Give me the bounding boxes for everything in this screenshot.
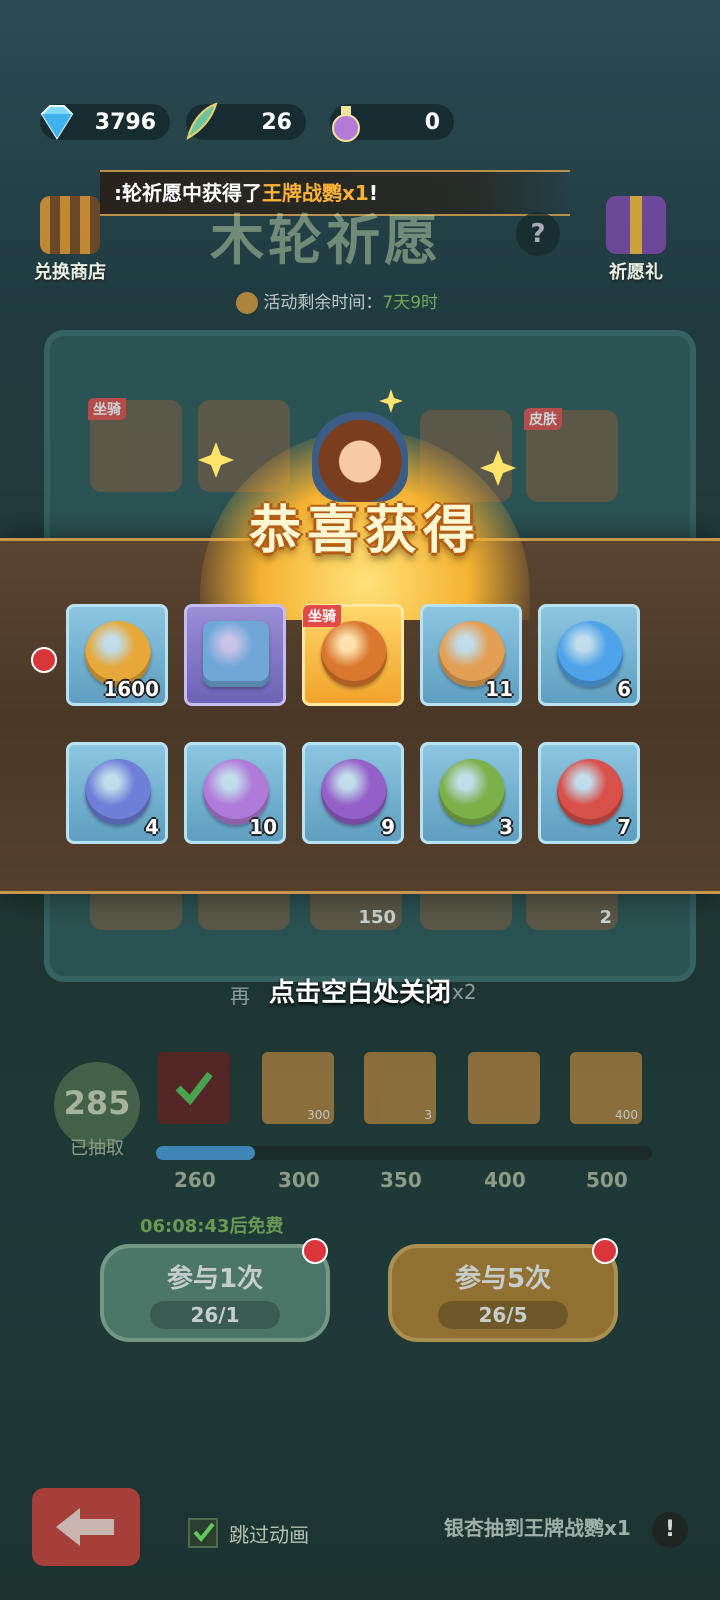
reward-count: 11 (485, 677, 513, 701)
reward-count: 7 (617, 815, 631, 839)
info-icon[interactable]: ! (652, 1512, 688, 1548)
reward-item-swirl-orb[interactable]: 6 (538, 604, 640, 706)
diamond-counter: 3796 (40, 104, 170, 140)
back-button[interactable] (32, 1488, 140, 1566)
wish-gift-label: 祈愿礼 (609, 262, 663, 283)
star-icon (480, 450, 516, 486)
draw-once-cost: 26/1 (150, 1301, 280, 1329)
diamond-icon (40, 105, 74, 140)
reward-item-eye-orb[interactable]: 10 (184, 742, 286, 844)
reward-title: 恭喜获得 (248, 501, 481, 561)
reward-count: 10 (249, 815, 277, 839)
timer-label: 活动剩余时间： (263, 293, 383, 313)
progress-fill (156, 1146, 256, 1160)
shop-icon (40, 196, 100, 254)
milestone-label: 260 (174, 1168, 216, 1192)
draw-once-button[interactable]: 参与1次 26/1 (100, 1244, 330, 1342)
draw-five-button[interactable]: 参与5次 26/5 (388, 1244, 618, 1342)
potion-value: 0 (424, 110, 440, 135)
reward-count: 3 (499, 815, 513, 839)
feather-value: 26 (261, 110, 292, 135)
diamond-value: 3796 (94, 110, 156, 135)
draw-five-label: 参与5次 (454, 1264, 552, 1294)
sword-orb-icon (557, 759, 623, 825)
feather-counter: 26 (186, 102, 306, 140)
reward-count: 1600 (103, 677, 159, 701)
milestone-reward[interactable]: 300 (262, 1052, 334, 1124)
reward-count: 9 (381, 815, 395, 839)
milestone-reward[interactable] (158, 1052, 230, 1124)
star-icon (379, 389, 403, 413)
skip-animation-toggle[interactable]: 跳过动画 (188, 1518, 309, 1548)
reward-item-paw-orb[interactable]: 4 (66, 742, 168, 844)
skip-checkbox[interactable] (188, 1518, 218, 1548)
milestone-label: 300 (278, 1168, 320, 1192)
board-cell: 皮肤 (524, 408, 618, 502)
paw-orb-icon (85, 759, 151, 825)
exchange-shop-label: 兑换商店 (34, 262, 106, 283)
skip-animation-label: 跳过动画 (229, 1522, 310, 1547)
bow-orb-icon (439, 759, 505, 825)
help-icon[interactable]: ? (516, 212, 560, 256)
board-count: 150 (358, 907, 396, 928)
progress-track (156, 1146, 652, 1160)
milestone-reward[interactable]: 400 (570, 1052, 642, 1124)
mount-parrot-icon (321, 621, 387, 687)
wish-gift-button[interactable]: 祈愿礼 (596, 196, 676, 284)
timer-value: 7天9时 (382, 293, 439, 313)
close-hint[interactable]: 点击空白处关闭 (0, 972, 720, 1009)
exchange-shop-button[interactable]: 兑换商店 (30, 196, 110, 284)
back-arrow-icon (56, 1508, 114, 1546)
reward-item-coin[interactable]: 1600 (66, 604, 168, 706)
clock-icon (236, 292, 258, 314)
potion-icon (332, 106, 360, 142)
milestone-label: 400 (484, 1168, 526, 1192)
reward-item-bow-orb[interactable]: 3 (420, 742, 522, 844)
checkmark-icon (175, 1071, 213, 1106)
mount-tag: 坐骑 (88, 398, 126, 420)
hammer-icon (203, 621, 269, 687)
milestone-reward[interactable] (468, 1052, 540, 1124)
notification-dot (592, 1238, 618, 1264)
milestone-reward-value: 300 (307, 1108, 330, 1122)
potion-counter: 0 (330, 104, 454, 142)
star-icon (198, 442, 234, 478)
milestone-reward-value: 400 (615, 1108, 638, 1122)
swirl-orb-icon (557, 621, 623, 687)
event-title: 木轮祈愿 (210, 209, 442, 272)
event-timer: 活动剩余时间：7天9时 (236, 288, 438, 314)
hook-orb-icon (321, 759, 387, 825)
draw-count-label: 已抽取 (70, 1138, 124, 1159)
milestone-label: 350 (380, 1168, 422, 1192)
behind-text-right: x2 (452, 980, 477, 1004)
board-count: 2 (599, 907, 612, 928)
gift-icon (606, 196, 666, 254)
feather-icon (186, 102, 218, 140)
milestone-reward-value: 3 (424, 1108, 432, 1122)
draw-count-value: 285 (63, 1084, 131, 1122)
reward-item-sword-orb[interactable]: 7 (538, 742, 640, 844)
skin-tag: 皮肤 (524, 408, 562, 430)
board-cell: 坐骑 (88, 398, 182, 492)
draw-once-label: 参与1次 (166, 1264, 264, 1294)
reward-item-mount-parrot[interactable]: 坐骑 (302, 604, 404, 706)
reward-count: 6 (617, 677, 631, 701)
free-timer: 06:08:43后免费 (140, 1216, 284, 1237)
notification-dot (31, 647, 57, 673)
reward-count: 4 (145, 815, 159, 839)
mount-tag: 坐骑 (303, 605, 341, 627)
milestone-label: 500 (586, 1168, 628, 1192)
milestone-reward[interactable]: 3 (364, 1052, 436, 1124)
reward-item-hammer[interactable] (184, 604, 286, 706)
draw-five-cost: 26/5 (438, 1301, 568, 1329)
reward-item-hook-orb[interactable]: 9 (302, 742, 404, 844)
notification-dot (302, 1238, 328, 1264)
behind-text-left: 再 (230, 984, 250, 1008)
ticker-line: 银杏抽到王牌战鹦x1 (444, 1516, 631, 1540)
reward-item-wing-orb[interactable]: 11 (420, 604, 522, 706)
checkmark-icon (193, 1522, 215, 1543)
